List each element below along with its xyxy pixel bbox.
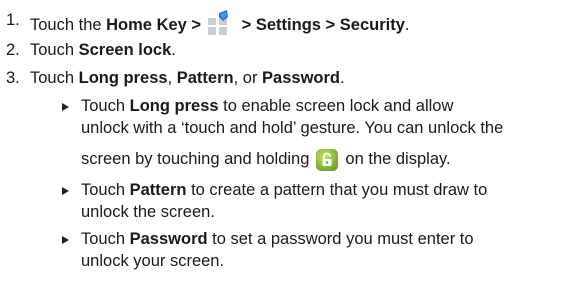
unlock-icon bbox=[315, 148, 339, 177]
home-key-label: Home Key > bbox=[106, 16, 202, 34]
bullet-arrow-icon bbox=[62, 103, 69, 111]
bullet-line: screen by touching and holding on the di… bbox=[81, 148, 451, 177]
screen-lock-label: Screen lock bbox=[78, 41, 172, 59]
bullet-arrow-icon bbox=[62, 236, 69, 244]
bullet-line: Touch Password to set a password you mus… bbox=[81, 230, 474, 248]
step-text: Touch the Home Key > > Settings > Securi… bbox=[30, 10, 409, 41]
step-text: Touch Long press, Pattern, or Password. bbox=[30, 69, 345, 87]
apps-launcher-icon bbox=[207, 10, 229, 41]
bullet-line: unlock the screen. bbox=[81, 203, 215, 221]
bullet-line: Touch Long press to enable screen lock a… bbox=[81, 97, 454, 115]
bullet-line: Touch Pattern to create a pattern that y… bbox=[81, 181, 488, 199]
step-number: 2. bbox=[6, 41, 20, 59]
settings-path-label: > bbox=[237, 16, 256, 34]
bullet-line: unlock with a ‘touch and hold’ gesture. … bbox=[81, 119, 504, 137]
step-number: 1. bbox=[6, 11, 20, 29]
step-text: Touch Screen lock. bbox=[30, 41, 176, 59]
bullet-line: unlock your screen. bbox=[81, 252, 225, 270]
step-number: 3. bbox=[6, 69, 20, 87]
bullet-arrow-icon bbox=[62, 187, 69, 195]
